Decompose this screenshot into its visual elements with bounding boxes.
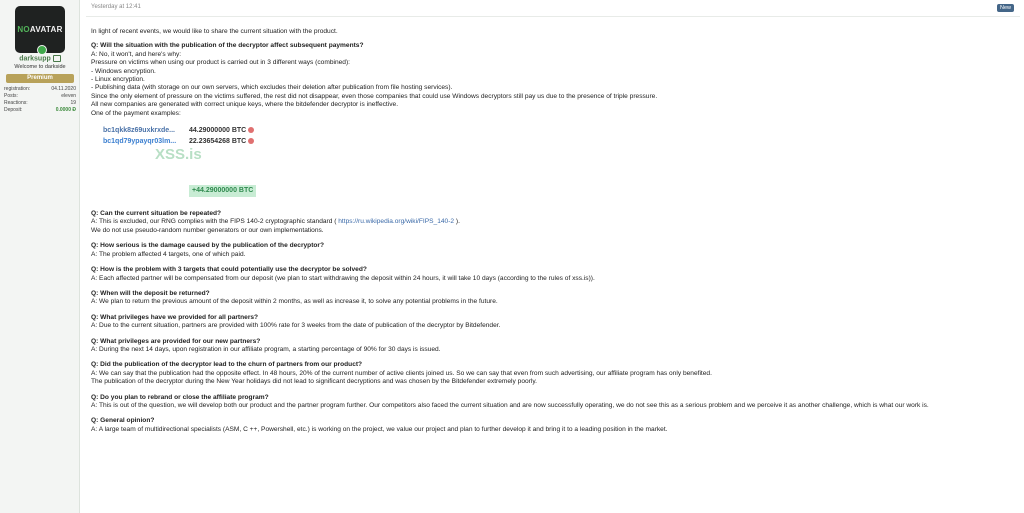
answer-line: Since the only element of pressure on th… — [91, 92, 658, 100]
stat-registration: registration: 04.11.2020 — [4, 86, 76, 93]
question-heading: Q: Will the situation with the publicati… — [91, 42, 364, 50]
answer-text: A: This is excluded, our RNG complies wi… — [91, 218, 339, 226]
forum-post-page: NO AVATAR darksupp Welcome to darkside Pr… — [0, 0, 1024, 513]
intro-text: In light of recent events, we would like… — [91, 28, 338, 35]
new-badge: New — [996, 4, 1014, 12]
answer-text: ). — [454, 218, 460, 226]
wallet-row: bc1qkk8z69uxkrxde... 44.29000000 BTC — [103, 125, 1016, 136]
watermark: XSS.is — [155, 146, 202, 164]
user-info-panel: NO AVATAR darksupp Welcome to darkside Pr… — [0, 0, 80, 513]
wallet-amount: 44.29000000 BTC — [189, 127, 247, 135]
answer-line: A: No, it won't, and here's why: — [91, 50, 182, 58]
avatar-text-no: NO — [17, 25, 30, 34]
answer-line: A: During the next 14 days, upon registr… — [91, 345, 441, 353]
post-body: In light of recent events, we would like… — [91, 28, 1016, 434]
question-heading: Q: Did the publication of the decryptor … — [91, 361, 363, 369]
payment-example-image: bc1qkk8z69uxkrxde... 44.29000000 BTC bc1q… — [103, 125, 1016, 203]
answer-line: A: This is out of the question, we will … — [91, 401, 929, 409]
stat-reactions: Reactions: 19 — [4, 100, 76, 107]
post-header: Yesterday at 12:41 New — [86, 0, 1020, 17]
post-timestamp[interactable]: Yesterday at 12:41 — [91, 4, 141, 10]
stat-label: Reactions: — [4, 100, 28, 106]
stat-value: 04.11.2020 — [51, 86, 76, 92]
answer-line: - Linux encryption. — [91, 76, 145, 84]
answer-line: A: We can say that the publication had t… — [91, 369, 712, 377]
wallet-address: bc1qkk8z69uxkrxde... — [103, 127, 175, 135]
stat-label: Deposit: — [4, 107, 23, 113]
question-heading: Q: General opinion? — [91, 417, 155, 425]
wallet-row: bc1qd79ypayqr03lm... 22.23654268 BTC — [103, 136, 1016, 147]
answer-line: Pressure on victims when using our produ… — [91, 59, 350, 67]
answer-line: A: Each affected partner will be compens… — [91, 274, 595, 282]
answer-line: We do not use pseudo-random number gener… — [91, 226, 324, 234]
answer-line: A: The problem affected 4 targets, one o… — [91, 250, 246, 258]
message-icon[interactable] — [52, 55, 61, 62]
answer-line: A: A large team of multidirectional spec… — [91, 425, 668, 433]
total-amount-badge: +44.29000000 BTC — [189, 185, 257, 198]
question-heading: Q: Can the current situation be repeated… — [91, 210, 222, 218]
stat-posts: Posts: eleven — [4, 93, 76, 100]
question-heading: Q: How serious is the damage caused by t… — [91, 242, 325, 250]
answer-line: One of the payment examples: — [91, 109, 181, 117]
answer-line: All new companies are generated with cor… — [91, 101, 399, 109]
stat-value: 0.0000 Ð — [55, 107, 76, 113]
answer-line: A: Due to the current situation, partner… — [91, 322, 501, 330]
stat-label: Posts: — [4, 93, 18, 99]
user-stats: registration: 04.11.2020 Posts: eleven Rea… — [4, 86, 76, 114]
username-row: darksupp — [0, 55, 80, 62]
question-heading: Q: How is the problem with 3 targets tha… — [91, 266, 367, 274]
avatar-text-avatar: AVATAR — [29, 25, 63, 34]
stat-value: 19 — [70, 100, 76, 106]
question-heading: Q: When will the deposit be returned? — [91, 289, 210, 297]
premium-banner: Premium — [6, 74, 74, 83]
online-status-icon — [37, 45, 47, 55]
status-dot-icon — [248, 138, 255, 145]
fips-link[interactable]: https://ru.wikipedia.org/wiki/FIPS_140-2 — [338, 218, 454, 225]
wallet-amount: 22.23654268 BTC — [189, 138, 247, 146]
user-title: Welcome to darkside — [14, 64, 66, 70]
username-link[interactable]: darksupp — [19, 55, 51, 62]
question-heading: Q: Do you plan to rebrand or close the a… — [91, 393, 269, 401]
answer-line: A: We plan to return the previous amount… — [91, 298, 498, 306]
answer-line: The publication of the decryptor during … — [91, 378, 537, 386]
post-content-area: Yesterday at 12:41 New In light of recen… — [86, 0, 1020, 513]
status-dot-icon — [248, 127, 255, 134]
answer-line: A: This is excluded, our RNG complies wi… — [91, 218, 1016, 226]
stat-deposit: Deposit: 0.0000 Ð — [4, 107, 76, 114]
stat-label: registration: — [4, 86, 31, 92]
question-heading: Q: What privileges have we provided for … — [91, 313, 259, 321]
question-heading: Q: What privileges are provided for our … — [91, 337, 261, 345]
stat-value: eleven — [61, 93, 76, 99]
answer-line: - Publishing data (with storage on our o… — [91, 84, 453, 92]
answer-line: - Windows encryption. — [91, 67, 156, 75]
